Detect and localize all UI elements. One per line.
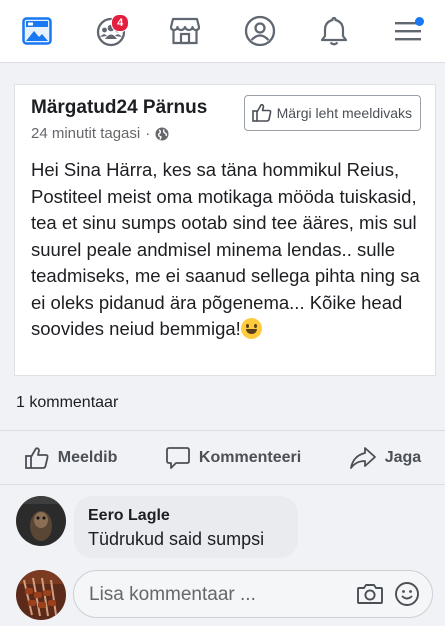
comment-icon: [166, 447, 190, 469]
comment-input-placeholder: Lisa kommentaar ...: [89, 584, 256, 605]
like-button[interactable]: Meeldib: [24, 445, 118, 471]
grinning-face-icon: [240, 318, 262, 339]
notification-badge: 4: [111, 14, 130, 32]
share-button[interactable]: Jaga: [349, 445, 421, 471]
like-label: Meeldib: [57, 449, 118, 466]
nav-notifications[interactable]: [314, 11, 354, 51]
post-meta: 24 minutit tagasi ·: [31, 125, 169, 142]
post-body: Hei Sina Härra, kes sa täna hommikul Rei…: [31, 159, 420, 339]
post-actions-bar: Meeldib Kommenteeri Jaga: [0, 440, 445, 476]
comment-count[interactable]: 1 kommentaar: [16, 394, 118, 412]
meta-separator: ·: [145, 125, 151, 142]
comment-text: Tüdrukud said sumpsi: [88, 529, 265, 549]
commenter-avatar[interactable]: [16, 496, 66, 546]
profile-icon: [244, 15, 275, 47]
nav-groups[interactable]: 4: [91, 11, 131, 51]
thumbs-up-icon: [24, 447, 49, 469]
news-feed-icon: [22, 17, 52, 45]
current-user-avatar: [16, 570, 66, 620]
avatar-photo: [16, 496, 66, 546]
thumbs-up-icon: [251, 103, 272, 122]
nav-menu[interactable]: [388, 11, 428, 51]
share-label: Jaga: [384, 449, 422, 466]
comment-button[interactable]: Kommenteeri: [165, 445, 301, 471]
post-text: Hei Sina Härra, kes sa täna hommikul Rei…: [31, 157, 426, 343]
page-name[interactable]: Märgatud24 Pärnus: [31, 97, 207, 119]
post-card: Märgatud24 Pärnus 24 minutit tagasi · Mä…: [14, 84, 436, 376]
nav-news-feed[interactable]: [17, 11, 57, 51]
share-icon: [349, 447, 376, 469]
like-page-button[interactable]: Märgi leht meeldivaks: [243, 95, 421, 131]
marketplace-icon: [170, 17, 201, 45]
globe-icon: [155, 127, 169, 140]
avatar-photo: [16, 570, 66, 620]
like-page-label: Märgi leht meeldivaks: [276, 105, 412, 121]
nav-marketplace[interactable]: [165, 11, 205, 51]
divider: [0, 430, 445, 431]
bell-icon: [320, 16, 347, 46]
comment-input-tools: [356, 581, 420, 607]
comment-label: Kommenteeri: [198, 449, 302, 466]
menu-indicator-dot: [414, 17, 424, 26]
comment-input[interactable]: Lisa kommentaar ...: [73, 570, 433, 618]
nav-profile[interactable]: [240, 11, 280, 51]
comment-author[interactable]: Eero Lagle: [88, 507, 170, 525]
comment-bubble: Eero Lagle Tüdrukud said sumpsi: [74, 496, 298, 558]
camera-icon[interactable]: [356, 581, 384, 607]
top-navigation-bar: 4: [0, 0, 445, 63]
post-timestamp[interactable]: 24 minutit tagasi: [31, 125, 140, 142]
divider: [0, 484, 445, 485]
emoji-icon[interactable]: [394, 581, 420, 607]
